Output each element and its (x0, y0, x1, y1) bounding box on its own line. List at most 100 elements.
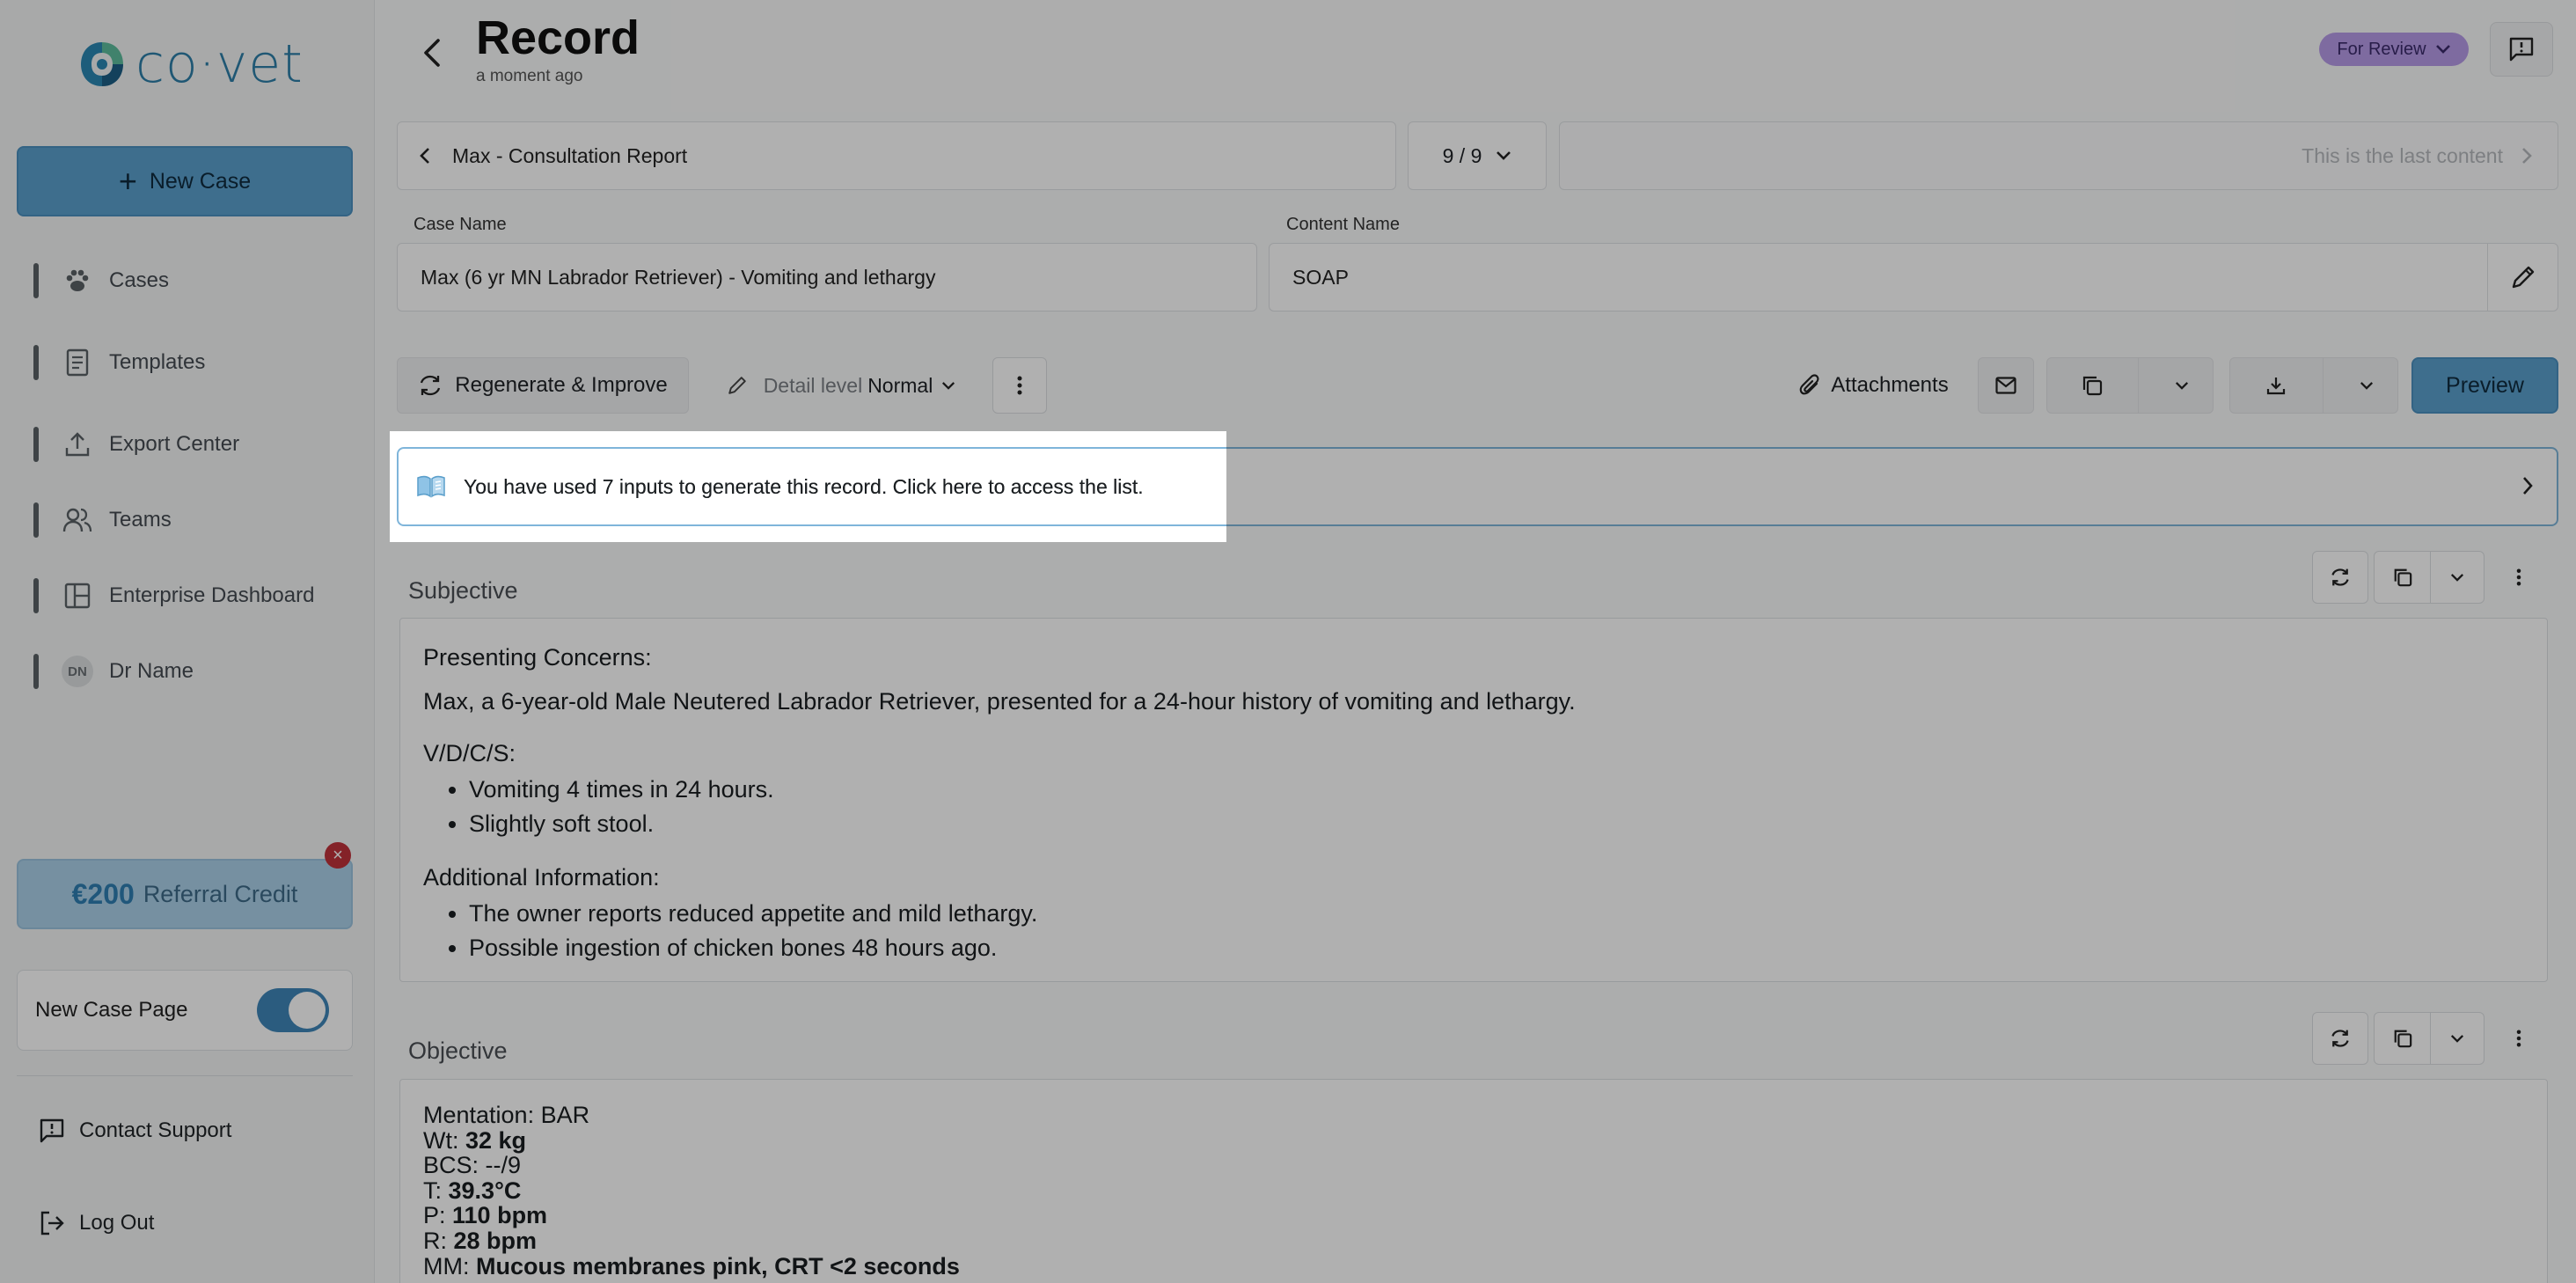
sidebar-item-profile[interactable]: DN Dr Name (33, 652, 194, 691)
copy-section-group (2374, 1012, 2485, 1065)
chevron-down-icon (2435, 45, 2450, 54)
objective-content[interactable]: Mentation: BAR Wt: 32 kg BCS: --/9 T: 39… (399, 1079, 2548, 1283)
kebab-menu-icon (2516, 568, 2521, 586)
list-item: Slightly soft stool. (469, 807, 2524, 841)
logo[interactable]: co·vet (77, 33, 304, 95)
more-options-button[interactable] (992, 357, 1047, 414)
vital-line: BCS: --/9 (423, 1153, 2524, 1178)
sidebar-item-label: Teams (109, 508, 172, 532)
attachments-label: Attachments (1831, 373, 1949, 397)
kebab-menu-icon (1017, 376, 1022, 395)
referral-credit-button[interactable]: €200 Referral Credit (17, 859, 353, 929)
preview-label: Preview (2446, 372, 2524, 398)
vital-line: T: 39.3°C (423, 1178, 2524, 1204)
contact-support-link[interactable]: Contact Support (39, 1118, 231, 1144)
page-title: Record (476, 11, 640, 64)
case-name-field[interactable]: Max (6 yr MN Labrador Retriever) - Vomit… (397, 243, 1257, 312)
content-counter: 9 / 9 (1442, 143, 1482, 167)
logo-text: co·vet (135, 33, 304, 95)
email-button[interactable] (1978, 357, 2034, 414)
upload-icon (62, 429, 93, 460)
sidebar-item-enterprise-dashboard[interactable]: Enterprise Dashboard (33, 576, 314, 615)
copy-section-button[interactable] (2375, 1013, 2431, 1064)
regenerate-improve-button[interactable]: Regenerate & Improve (397, 357, 689, 414)
vital-value: --/9 (485, 1152, 522, 1179)
copy-options-dropdown[interactable] (2151, 358, 2213, 413)
sidebar-item-templates[interactable]: Templates (33, 343, 205, 382)
vital-line: MM: Mucous membranes pink, CRT <2 second… (423, 1252, 2524, 1279)
detail-level-value: Normal (867, 373, 933, 397)
edit-content-name-button[interactable] (2487, 244, 2558, 311)
new-case-page-label: New Case Page (35, 998, 188, 1022)
status-dropdown[interactable]: For Review (2319, 33, 2469, 66)
new-case-page-toggle[interactable] (257, 988, 329, 1032)
back-chevron-icon[interactable] (417, 35, 447, 70)
content-name-field[interactable]: SOAP (1269, 243, 2558, 312)
subjective-title: Subjective (408, 577, 518, 604)
log-out-label: Log Out (79, 1211, 155, 1235)
feedback-button[interactable] (2490, 22, 2553, 77)
referral-amount: €200 (71, 877, 135, 910)
inputs-used-text: You have used 7 inputs to generate this … (464, 474, 1144, 498)
refresh-icon (2331, 568, 2349, 586)
chevron-left-icon[interactable] (419, 146, 431, 165)
close-icon[interactable]: × (325, 842, 351, 869)
nav-indicator (33, 345, 39, 380)
support-chat-icon (40, 1118, 64, 1143)
sidebar-item-teams[interactable]: Teams (33, 501, 172, 539)
vital-value: 28 bpm (453, 1228, 538, 1255)
chevron-down-icon (2450, 573, 2464, 582)
detail-level-dropdown[interactable]: Detail level Normal (709, 357, 973, 414)
avatar-initials: DN (62, 656, 93, 687)
regenerate-icon (421, 375, 441, 396)
sidebar-item-export-center[interactable]: Export Center (33, 425, 239, 464)
section-menu-button[interactable] (2506, 560, 2532, 595)
copy-icon (2083, 376, 2103, 396)
attachments-button[interactable]: Attachments (1786, 357, 1962, 414)
paperclip-icon (1799, 374, 1819, 395)
content-counter-dropdown[interactable]: 9 / 9 (1408, 121, 1547, 190)
next-content-button[interactable]: This is the last content (1559, 121, 2558, 190)
regenerate-section-button[interactable] (2312, 551, 2368, 604)
download-button[interactable] (2230, 358, 2324, 413)
section-menu-button[interactable] (2506, 1021, 2532, 1056)
list-item: Possible ingestion of chicken bones 48 h… (469, 931, 2524, 965)
avatar: DN (62, 656, 93, 687)
presenting-concerns-text: Max, a 6-year-old Male Neutered Labrador… (423, 688, 1576, 715)
mail-icon (1995, 377, 2016, 394)
copy-section-dropdown[interactable] (2431, 552, 2484, 603)
report-navigator[interactable]: Max - Consultation Report (397, 121, 1396, 190)
case-name-label: Case Name (413, 215, 507, 234)
subjective-content[interactable]: Presenting Concerns: Max, a 6-year-old M… (399, 618, 2548, 982)
presenting-concerns-heading: Presenting Concerns: (423, 644, 652, 671)
new-case-button[interactable]: + New Case (17, 146, 353, 216)
chevron-down-icon (2360, 381, 2373, 390)
regenerate-label: Regenerate & Improve (455, 373, 668, 397)
download-button-group (2229, 357, 2398, 414)
book-icon (417, 475, 445, 498)
paw-icon (62, 265, 93, 297)
mentation-line: Mentation: BAR (423, 1102, 590, 1128)
regenerate-section-button[interactable] (2312, 1012, 2368, 1065)
copy-section-dropdown[interactable] (2431, 1013, 2484, 1064)
sidebar-item-cases[interactable]: Cases (33, 261, 169, 300)
refresh-icon (2331, 1030, 2349, 1047)
nav-indicator (33, 263, 39, 298)
case-name-value: Max (6 yr MN Labrador Retriever) - Vomit… (421, 265, 936, 289)
copy-button[interactable] (2047, 358, 2139, 413)
feedback-icon (2509, 37, 2534, 62)
vital-label: R: (423, 1228, 454, 1255)
vdcs-heading: V/D/C/S: (423, 739, 516, 766)
preview-button[interactable]: Preview (2411, 357, 2558, 414)
vital-label: MM: (423, 1252, 476, 1279)
chevron-down-icon (2450, 1034, 2464, 1043)
report-title: Max - Consultation Report (452, 143, 688, 167)
copy-section-group (2374, 551, 2485, 604)
toggle-knob (289, 992, 326, 1029)
vital-value: 110 bpm (452, 1202, 548, 1229)
download-options-dropdown[interactable] (2336, 358, 2397, 413)
log-out-link[interactable]: Log Out (39, 1210, 154, 1236)
chevron-right-icon (2523, 477, 2533, 495)
copy-section-button[interactable] (2375, 552, 2431, 603)
contact-support-label: Contact Support (79, 1118, 232, 1142)
